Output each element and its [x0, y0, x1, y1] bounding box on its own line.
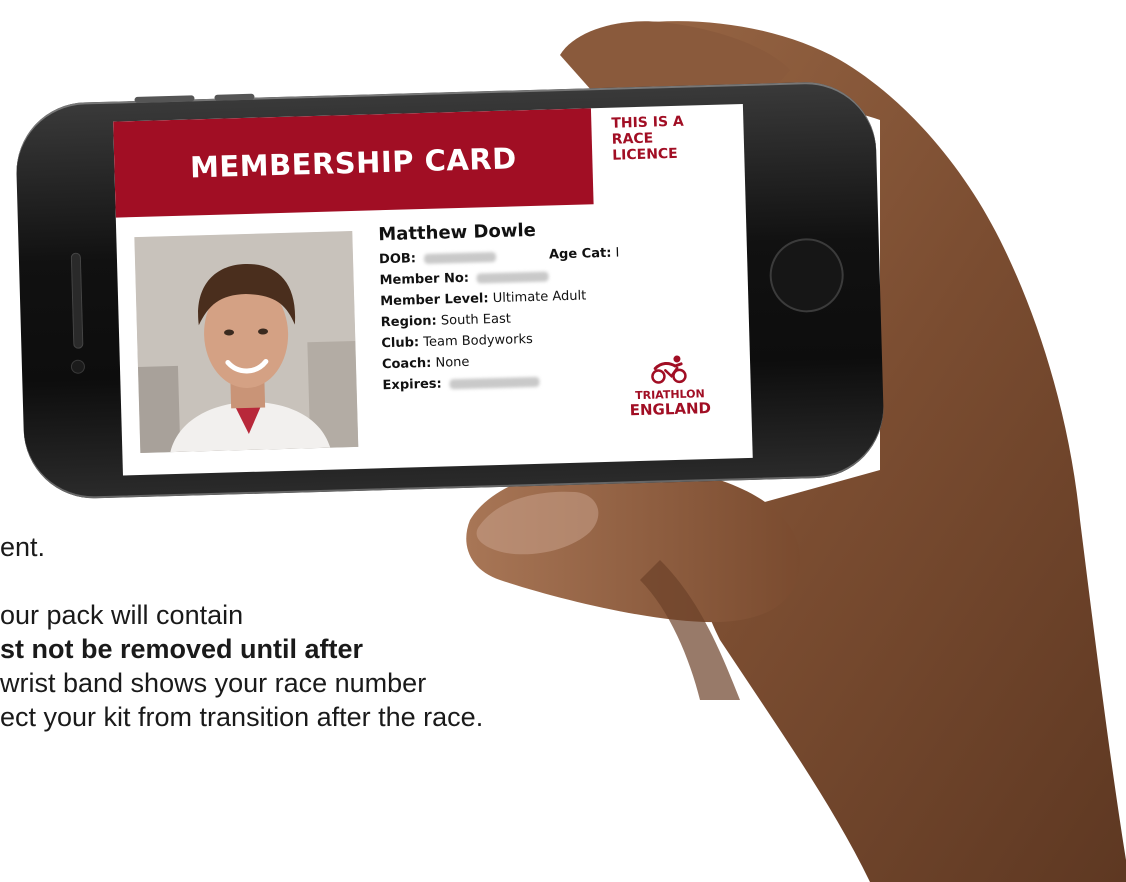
age-cat-label: Age Cat:	[548, 245, 612, 263]
club-label: Club:	[381, 335, 420, 352]
redacted-value	[476, 271, 550, 284]
triathlon-england-logo: TRIATHLON ENGLAND	[614, 353, 726, 419]
membership-card-screen: MEMBERSHIP CARD THIS IS A RACE LICENCE M…	[113, 104, 753, 476]
logo-line-2: ENGLAND	[629, 399, 712, 420]
redacted-value	[423, 251, 497, 264]
card-header: MEMBERSHIP CARD	[113, 108, 594, 218]
camera-icon	[71, 360, 85, 373]
club-value: Team Bodyworks	[423, 331, 534, 351]
member-no-label: Member No:	[379, 270, 470, 289]
home-button[interactable]	[770, 239, 843, 312]
expires-label: Expires:	[382, 376, 442, 394]
member-level-label: Member Level:	[380, 291, 489, 310]
smartphone: MEMBERSHIP CARD THIS IS A RACE LICENCE M…	[14, 80, 886, 501]
volume-button	[134, 95, 195, 104]
member-portrait-image	[134, 230, 359, 453]
speaker-icon	[70, 252, 84, 349]
age-cat: Age Cat: I	[549, 243, 620, 266]
licence-line: LICENCE	[612, 145, 678, 164]
region-label: Region:	[380, 313, 437, 331]
redacted-value	[449, 376, 540, 389]
triathlete-icon	[651, 355, 687, 384]
volume-button	[214, 93, 255, 101]
race-licence-label: THIS IS A RACE LICENCE	[611, 112, 742, 164]
coach-label: Coach:	[381, 355, 432, 373]
region-value: South East	[440, 311, 512, 329]
age-cat-value: I	[615, 245, 620, 261]
coach-value: None	[435, 354, 470, 371]
member-level-value: Ultimate Adult	[492, 288, 587, 307]
member-photo	[134, 230, 359, 453]
card-title: MEMBERSHIP CARD	[189, 141, 518, 185]
dob-label: DOB:	[378, 251, 417, 268]
